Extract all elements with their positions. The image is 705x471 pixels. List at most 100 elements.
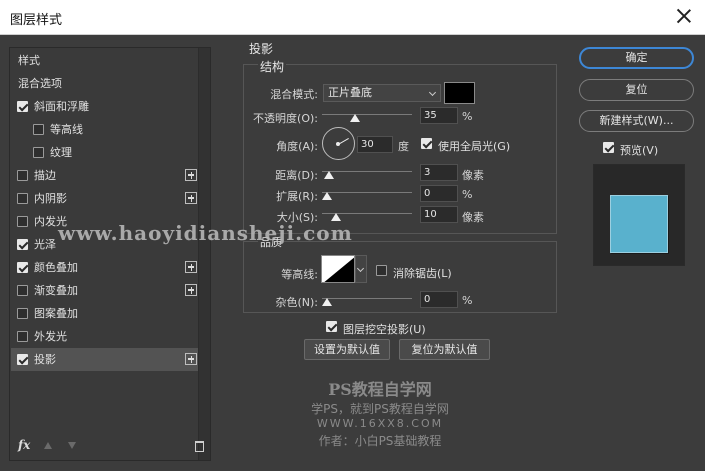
style-item-0[interactable]: 样式 [11,49,199,72]
style-item-label: 混合选项 [18,77,62,90]
knockout-label: 图层挖空投影(U) [343,323,426,336]
shadow-color-swatch[interactable] [444,82,475,104]
window-title: 图层样式 [10,13,63,28]
style-item-3[interactable]: 等高线 [11,118,199,141]
distance-slider[interactable] [322,171,412,172]
blend-mode-select[interactable]: 正片叠底 [323,84,441,102]
style-item-5[interactable]: 描边 [11,164,199,187]
noise-label: 杂色(N): [275,296,318,309]
trash-icon[interactable] [195,441,204,452]
style-item-label: 内阴影 [34,192,67,205]
size-input[interactable]: 10 [420,206,458,223]
move-down-icon[interactable] [68,442,76,449]
watermark-site: WWW.16XX8.COM [316,417,444,430]
style-item-label: 斜面和浮雕 [34,100,89,113]
spread-slider[interactable] [322,192,412,193]
opacity-slider[interactable] [322,114,412,115]
style-item-12[interactable]: 外发光 [11,325,199,348]
style-list-footer: fx [10,434,204,460]
preview-swatch [610,195,668,253]
style-item-11[interactable]: 图案叠加 [11,302,199,325]
blend-mode-label: 混合模式: [270,88,318,101]
add-effect-icon[interactable] [185,284,197,296]
antialias-checkbox[interactable] [376,265,387,276]
ok-button[interactable]: 确定 [579,47,694,69]
watermark-url: www.haoyidiansheji.com [58,221,353,245]
noise-slider[interactable] [322,298,412,299]
add-effect-icon[interactable] [185,353,197,365]
style-item-checkbox[interactable] [33,124,44,135]
spread-slider-thumb[interactable] [322,192,332,200]
style-item-label: 纹理 [50,146,72,159]
noise-slider-thumb[interactable] [322,298,332,306]
opacity-label: 不透明度(O): [253,112,318,125]
distance-input[interactable]: 3 [420,164,458,181]
scrollbar[interactable] [198,48,210,460]
close-icon[interactable] [675,7,693,25]
reset-button[interactable]: 复位 [579,79,694,101]
add-effect-icon[interactable] [185,192,197,204]
style-list: 样式 混合选项 斜面和浮雕 等高线 纹理 描边 内阴影 内发光 光泽 颜色叠加 渐变叠加 图案叠加 外发… [9,47,211,461]
style-item-checkbox[interactable] [17,331,28,342]
blend-mode-value: 正片叠底 [328,86,372,99]
style-item-checkbox[interactable] [17,101,28,112]
contour-curve-icon [324,257,354,282]
contour-label: 等高线: [281,268,318,281]
structure-title: 结构 [258,58,287,75]
preview-label: 预览(V) [620,144,659,157]
style-item-label: 渐变叠加 [34,284,78,297]
style-item-13[interactable]: 投影 [11,348,199,371]
antialias-label: 消除锯齿(L) [393,267,452,280]
style-item-checkbox[interactable] [17,239,28,250]
contour-picker[interactable] [321,255,355,283]
add-effect-icon[interactable] [185,169,197,181]
angle-input[interactable]: 30 [357,136,393,153]
style-item-2[interactable]: 斜面和浮雕 [11,95,199,118]
fx-menu-button[interactable]: fx [18,438,30,452]
spread-unit: % [462,188,473,201]
size-unit: 像素 [462,211,484,224]
style-item-10[interactable]: 渐变叠加 [11,279,199,302]
style-item-label: 投影 [34,353,56,366]
style-item-9[interactable]: 颜色叠加 [11,256,199,279]
style-item-6[interactable]: 内阴影 [11,187,199,210]
contour-dropdown[interactable] [355,255,367,283]
reset-default-button[interactable]: 复位为默认值 [399,339,490,360]
add-effect-icon[interactable] [185,261,197,273]
spread-input[interactable]: 0 [420,185,458,202]
style-item-label: 光泽 [34,238,56,251]
new-style-button[interactable]: 新建样式(W)... [579,110,694,132]
noise-input[interactable]: 0 [420,291,458,308]
style-item-checkbox[interactable] [17,285,28,296]
style-item-1[interactable]: 混合选项 [11,72,199,95]
style-item-checkbox[interactable] [33,147,44,158]
style-item-label: 样式 [18,54,40,67]
style-item-4[interactable]: 纹理 [11,141,199,164]
set-default-button[interactable]: 设置为默认值 [304,339,390,360]
angle-unit: 度 [398,140,409,153]
distance-slider-thumb[interactable] [324,171,334,179]
style-item-checkbox[interactable] [17,193,28,204]
preview-checkbox[interactable] [603,142,614,153]
style-item-label: 图案叠加 [34,307,78,320]
section-title: 投影 [249,42,274,56]
noise-unit: % [462,294,473,307]
style-item-checkbox[interactable] [17,216,28,227]
angle-dial[interactable] [322,127,355,160]
angle-label: 角度(A): [276,140,318,153]
style-item-checkbox[interactable] [17,262,28,273]
style-item-checkbox[interactable] [17,170,28,181]
title-bar: 图层样式 [0,0,705,35]
spread-label: 扩展(R): [276,190,318,203]
size-slider-thumb[interactable] [331,213,341,221]
style-item-label: 描边 [34,169,56,182]
style-item-checkbox[interactable] [17,308,28,319]
chevron-down-icon [356,264,365,273]
style-item-label: 颜色叠加 [34,261,78,274]
opacity-slider-thumb[interactable] [350,114,360,122]
global-light-checkbox[interactable] [421,138,432,149]
knockout-checkbox[interactable] [326,321,337,332]
move-up-icon[interactable] [44,442,52,449]
style-item-checkbox[interactable] [17,354,28,365]
opacity-input[interactable]: 35 [420,107,458,124]
